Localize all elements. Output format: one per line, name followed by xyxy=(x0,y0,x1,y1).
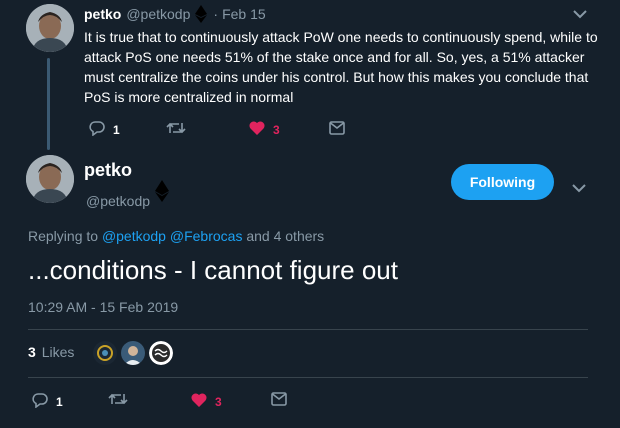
first-tweet-reply-button[interactable]: 1 xyxy=(89,120,120,139)
replying-to-user-1[interactable]: @petkodp xyxy=(102,228,166,244)
ethereum-diamond-icon xyxy=(155,180,169,207)
retweet-icon xyxy=(108,391,128,410)
likes-count: 3 xyxy=(28,344,36,360)
chevron-down-icon[interactable] xyxy=(572,180,586,198)
first-tweet-handle[interactable]: @petkodp xyxy=(126,6,190,22)
thread-line xyxy=(47,58,50,150)
main-tweet-message-button[interactable] xyxy=(271,392,287,409)
following-button[interactable]: Following xyxy=(451,164,554,200)
main-tweet-timestamp[interactable]: 10:29 AM - 15 Feb 2019 xyxy=(28,299,178,315)
first-tweet-date[interactable]: Feb 15 xyxy=(222,6,266,22)
main-tweet-like-button[interactable]: 3 xyxy=(191,393,222,410)
likes-summary[interactable]: 3 Likes xyxy=(28,344,74,360)
first-tweet-reply-count: 1 xyxy=(113,122,120,137)
first-tweet-message-button[interactable] xyxy=(329,121,345,138)
reply-icon xyxy=(32,392,48,411)
divider xyxy=(28,377,588,378)
main-tweet-reply-count: 1 xyxy=(56,394,63,409)
replying-to-prefix: Replying to xyxy=(28,228,99,244)
liker-avatar-1[interactable] xyxy=(93,341,117,365)
main-tweet-like-count: 3 xyxy=(215,394,222,409)
main-tweet-reply-button[interactable]: 1 xyxy=(32,392,63,411)
message-icon xyxy=(271,392,287,409)
main-tweet-avatar[interactable] xyxy=(26,155,74,203)
first-tweet-header: petko @petkodp · Feb 15 xyxy=(84,5,266,23)
retweet-icon xyxy=(166,120,186,139)
first-tweet-retweet-button[interactable] xyxy=(166,120,186,139)
heart-icon xyxy=(191,393,207,410)
heart-icon xyxy=(249,121,265,138)
first-tweet-avatar[interactable] xyxy=(26,4,74,52)
chevron-down-icon[interactable] xyxy=(573,6,587,24)
reply-icon xyxy=(89,120,105,139)
first-tweet-like-button[interactable]: 3 xyxy=(249,121,280,138)
main-tweet-retweet-button[interactable] xyxy=(108,391,128,410)
ethereum-diamond-icon xyxy=(195,5,208,23)
message-icon xyxy=(329,121,345,138)
liker-avatar-3[interactable] xyxy=(149,341,173,365)
divider xyxy=(28,329,588,330)
main-tweet-handle[interactable]: @petkodp xyxy=(86,193,150,209)
first-tweet-like-count: 3 xyxy=(273,122,280,137)
replying-to-others[interactable]: and 4 others xyxy=(246,228,324,244)
replying-to-user-2[interactable]: @Febrocas xyxy=(170,228,243,244)
replying-to: Replying to @petkodp @Febrocas and 4 oth… xyxy=(28,228,324,244)
main-tweet-text: ...conditions - I cannot figure out xyxy=(28,255,398,285)
liker-avatar-2[interactable] xyxy=(121,341,145,365)
main-tweet-name[interactable]: petko xyxy=(84,160,132,181)
first-tweet-separator: · xyxy=(213,6,219,22)
first-tweet-name[interactable]: petko xyxy=(84,6,121,22)
first-tweet-text: It is true that to continuously attack P… xyxy=(84,29,598,105)
likes-label: Likes xyxy=(41,344,75,360)
